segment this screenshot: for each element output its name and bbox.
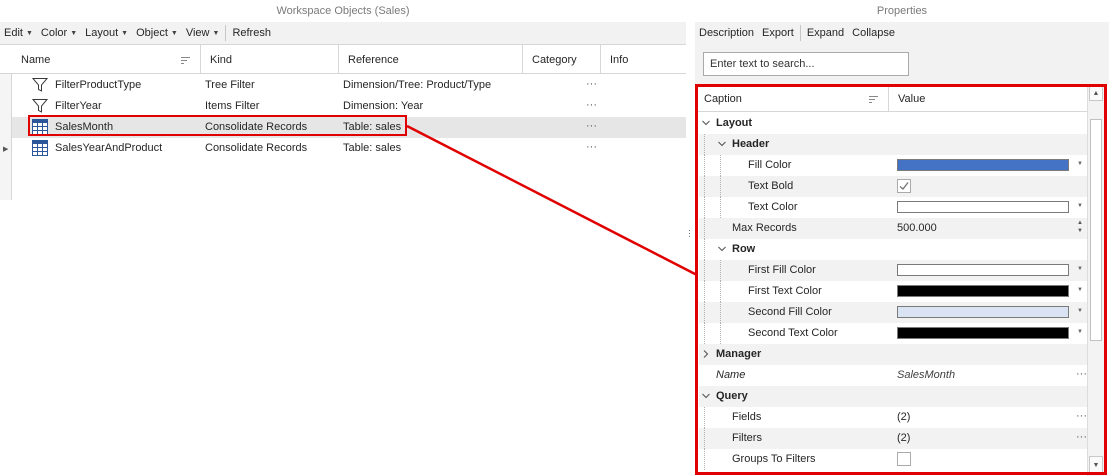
category-ellipsis-button[interactable]: ···	[586, 96, 597, 117]
properties-title: Properties	[876, 5, 928, 17]
dropdown-caret-icon: ▼	[212, 29, 220, 37]
menu-view[interactable]: View ▼	[182, 22, 224, 44]
cell-kind: Consolidate Records	[205, 142, 308, 154]
table-row[interactable]: FilterProductType Tree Filter Dimension/Tr…	[12, 75, 686, 96]
cell-reference: Dimension: Year	[343, 100, 424, 112]
workspace-objects-title: Workspace Objects (Sales)	[276, 5, 410, 17]
cell-kind: Items Filter	[205, 100, 260, 112]
export-button[interactable]: Export	[758, 22, 798, 44]
menu-color[interactable]: Color ▼	[37, 22, 81, 44]
toolbar-separator	[799, 25, 801, 41]
table-row[interactable]: FilterYear Items Filter Dimension: Year ···	[12, 96, 686, 117]
table-row[interactable]: SalesYearAndProduct Consolidate Records Ta…	[12, 138, 686, 159]
row-indicator-column: ▶	[0, 74, 12, 200]
menu-object[interactable]: Object ▼	[132, 22, 182, 44]
cell-reference: Table: sales	[343, 142, 402, 154]
funnel-icon	[31, 77, 49, 96]
menu-label: Color	[40, 27, 68, 39]
column-header-kind[interactable]: Kind	[201, 45, 339, 74]
column-header-info[interactable]: Info	[601, 45, 686, 74]
properties-search-input[interactable]	[703, 52, 909, 76]
menu-separator	[225, 25, 227, 41]
menu-layout[interactable]: Layout ▼	[81, 22, 132, 44]
highlight-box-properties	[695, 84, 1107, 475]
menu-edit[interactable]: Edit ▼	[0, 22, 37, 44]
menu-label: View	[185, 27, 210, 39]
category-ellipsis-button[interactable]: ···	[586, 75, 597, 96]
dropdown-caret-icon: ▼	[25, 29, 33, 37]
highlight-box-selected-row	[28, 115, 407, 136]
dropdown-caret-icon: ▼	[170, 29, 178, 37]
menu-label: Object	[136, 27, 168, 39]
menu-refresh[interactable]: Refresh	[228, 22, 275, 44]
column-header-name-label: Name	[21, 54, 51, 66]
cell-reference: Dimension/Tree: Product/Type	[343, 79, 492, 91]
column-header-category[interactable]: Category	[523, 45, 601, 74]
cell-name: FilterYear	[55, 100, 102, 112]
description-button[interactable]: Description	[695, 22, 758, 44]
workspace-menubar: Edit ▼ Color ▼ Layout ▼ Object ▼ View ▼ Refresh	[0, 22, 686, 44]
cell-name: SalesYearAndProduct	[55, 142, 163, 154]
grid-header: Name Kind Reference Category Info	[0, 44, 686, 74]
category-ellipsis-button[interactable]: ···	[586, 117, 597, 138]
workspace-objects-grid: Name Kind Reference Category Info ▶ Filt…	[0, 44, 686, 476]
menu-label: Layout	[85, 27, 119, 39]
cell-kind: Tree Filter	[205, 79, 255, 91]
menu-label: Edit	[4, 27, 23, 39]
menu-label: Refresh	[232, 27, 271, 39]
column-header-reference[interactable]: Reference	[339, 45, 523, 74]
dropdown-caret-icon: ▼	[70, 29, 78, 37]
category-ellipsis-button[interactable]: ···	[586, 138, 597, 159]
properties-search-area	[695, 44, 1109, 84]
column-header-name[interactable]: Name	[12, 45, 201, 74]
collapse-button[interactable]: Collapse	[848, 22, 899, 44]
table-icon	[32, 140, 48, 159]
splitter-grip-icon: · · ·	[688, 225, 691, 241]
cell-name: FilterProductType	[55, 79, 142, 91]
sort-icon	[181, 57, 190, 64]
properties-toolbar: Description Export Expand Collapse	[695, 22, 1109, 44]
dropdown-caret-icon: ▼	[121, 29, 129, 37]
expand-button[interactable]: Expand	[803, 22, 848, 44]
current-row-arrow-icon: ▶	[3, 146, 9, 153]
